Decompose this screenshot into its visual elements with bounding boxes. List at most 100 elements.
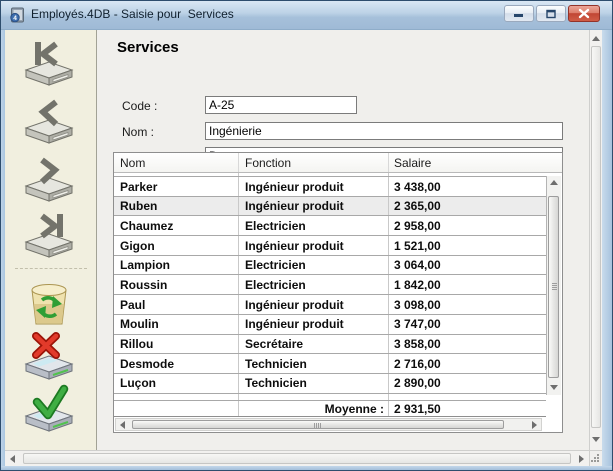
cell-fonction: Electricien: [239, 275, 389, 294]
scroll-down-arrow-icon[interactable]: [550, 385, 558, 390]
cell-salaire: 3 747,00: [389, 315, 546, 334]
column-header-nom[interactable]: Nom: [114, 153, 239, 172]
scroll-right-arrow-icon[interactable]: [532, 421, 537, 429]
maximize-button[interactable]: [536, 5, 566, 22]
spacer-row: [114, 394, 546, 401]
cancel-record-button[interactable]: [21, 332, 79, 384]
table-row[interactable]: LuçonTechnicien2 890,00: [114, 374, 546, 394]
first-record-icon: [21, 38, 77, 90]
cell-salaire: 1 521,00: [389, 236, 546, 255]
svg-text:4: 4: [13, 15, 17, 22]
table-row[interactable]: PaulIngénieur produit3 098,00: [114, 295, 546, 315]
thumb-grip-icon: [314, 423, 321, 428]
column-header-salaire[interactable]: Salaire: [389, 153, 562, 172]
cell-salaire: 3 858,00: [389, 335, 546, 354]
scroll-up-arrow-icon[interactable]: [592, 36, 600, 41]
scroll-left-arrow-icon[interactable]: [10, 455, 15, 463]
employees-table: Nom Fonction Salaire ParkerIngénieur pro…: [113, 152, 563, 433]
table-row[interactable]: MoulinIngénieur produit3 747,00: [114, 315, 546, 335]
scroll-down-arrow-icon[interactable]: [592, 437, 600, 442]
scroll-up-arrow-icon[interactable]: [550, 180, 558, 185]
window-hscrollbar[interactable]: [5, 450, 589, 466]
field-label-code: Code :: [122, 99, 157, 113]
table-row[interactable]: GigonIngénieur produit1 521,00: [114, 236, 546, 256]
cell-salaire: 3 098,00: [389, 295, 546, 314]
cell-fonction: Ingénieur produit: [239, 197, 389, 216]
title-bar[interactable]: 4 Employés.4DB - Saisie pour Services: [0, 0, 613, 30]
summary-label: Moyenne :: [239, 401, 389, 416]
close-button[interactable]: [568, 5, 600, 22]
cell-nom: Roussin: [114, 275, 239, 294]
accept-check-icon: [21, 384, 77, 436]
toolbar: [5, 30, 97, 450]
app-window: 4 Employés.4DB - Saisie pour Services: [0, 0, 613, 471]
summary-row: Moyenne :2 931,50: [114, 401, 546, 417]
table-row[interactable]: RoussinElectricien1 842,00: [114, 275, 546, 295]
column-header-fonction[interactable]: Fonction: [239, 153, 389, 172]
cell-nom: Ruben: [114, 197, 239, 216]
restore-icon: [546, 9, 557, 19]
cell-salaire: 3 064,00: [389, 256, 546, 275]
cell-nom: Desmode: [114, 354, 239, 373]
window-vscrollbar[interactable]: [589, 30, 602, 450]
first-record-button[interactable]: [21, 38, 79, 90]
scroll-left-arrow-icon[interactable]: [120, 421, 125, 429]
toolbar-separator: [15, 268, 87, 269]
close-icon: [578, 8, 590, 19]
table-row[interactable]: ChaumezElectricien2 958,00: [114, 216, 546, 236]
nom-input[interactable]: [205, 122, 563, 140]
window-border-bottom: [0, 466, 613, 471]
table-row[interactable]: LampionElectricien3 064,00: [114, 256, 546, 276]
table-vscroll-thumb[interactable]: [548, 196, 559, 378]
code-input[interactable]: [205, 96, 357, 114]
table-row[interactable]: RillouSecrétaire3 858,00: [114, 335, 546, 355]
table-hscroll-thumb[interactable]: [132, 420, 504, 429]
table-vscrollbar[interactable]: [546, 176, 561, 395]
minimize-button[interactable]: [504, 5, 534, 22]
table-row[interactable]: ParkerIngénieur produit3 438,00: [114, 177, 546, 197]
cell-salaire: 2 716,00: [389, 354, 546, 373]
cell-nom: Luçon: [114, 374, 239, 393]
cancel-x-icon: [21, 332, 77, 384]
cell-nom: Chaumez: [114, 216, 239, 235]
cell-nom: Rillou: [114, 335, 239, 354]
table-header: Nom Fonction Salaire: [114, 153, 562, 173]
last-record-icon: [21, 210, 77, 262]
table-body: ParkerIngénieur produit3 438,00RubenIngé…: [114, 173, 546, 417]
minimize-icon: [514, 9, 524, 18]
cell-salaire: 2 958,00: [389, 216, 546, 235]
page-title: Services: [117, 39, 179, 56]
window-hscroll-thumb[interactable]: [23, 453, 571, 464]
table-row[interactable]: DesmodeTechnicien2 716,00: [114, 354, 546, 374]
scroll-right-arrow-icon[interactable]: [579, 455, 584, 463]
cell-fonction: Electricien: [239, 216, 389, 235]
table-hscrollbar[interactable]: [115, 418, 542, 431]
previous-record-icon: [21, 96, 77, 148]
previous-record-button[interactable]: [21, 96, 79, 148]
resize-grip-icon: [590, 452, 601, 464]
cell-fonction: Electricien: [239, 256, 389, 275]
window-vscroll-thumb[interactable]: [591, 46, 601, 428]
cell-nom: Parker: [114, 177, 239, 196]
last-record-button[interactable]: [21, 210, 79, 262]
window-title: Employés.4DB - Saisie pour Services: [31, 0, 234, 29]
resize-grip[interactable]: [589, 450, 602, 466]
cell-salaire: 1 842,00: [389, 275, 546, 294]
cell-fonction: Ingénieur produit: [239, 295, 389, 314]
window-border-right: [602, 30, 613, 471]
next-record-icon: [21, 154, 77, 206]
cell-fonction: Technicien: [239, 374, 389, 393]
cell-fonction: Secrétaire: [239, 335, 389, 354]
form-area: Services Code : Nom : Responsable : Nom …: [97, 30, 589, 450]
field-label-nom: Nom :: [122, 125, 154, 139]
table-row[interactable]: RubenIngénieur produit2 365,00: [114, 197, 546, 217]
delete-record-button[interactable]: [21, 278, 79, 330]
cell-salaire: 3 438,00: [389, 177, 546, 196]
app-4d-icon[interactable]: 4: [9, 7, 25, 23]
cell-fonction: Ingénieur produit: [239, 236, 389, 255]
cell-nom: Moulin: [114, 315, 239, 334]
summary-value: 2 931,50: [389, 401, 546, 416]
next-record-button[interactable]: [21, 154, 79, 206]
cell-nom: Paul: [114, 295, 239, 314]
accept-record-button[interactable]: [21, 384, 79, 436]
